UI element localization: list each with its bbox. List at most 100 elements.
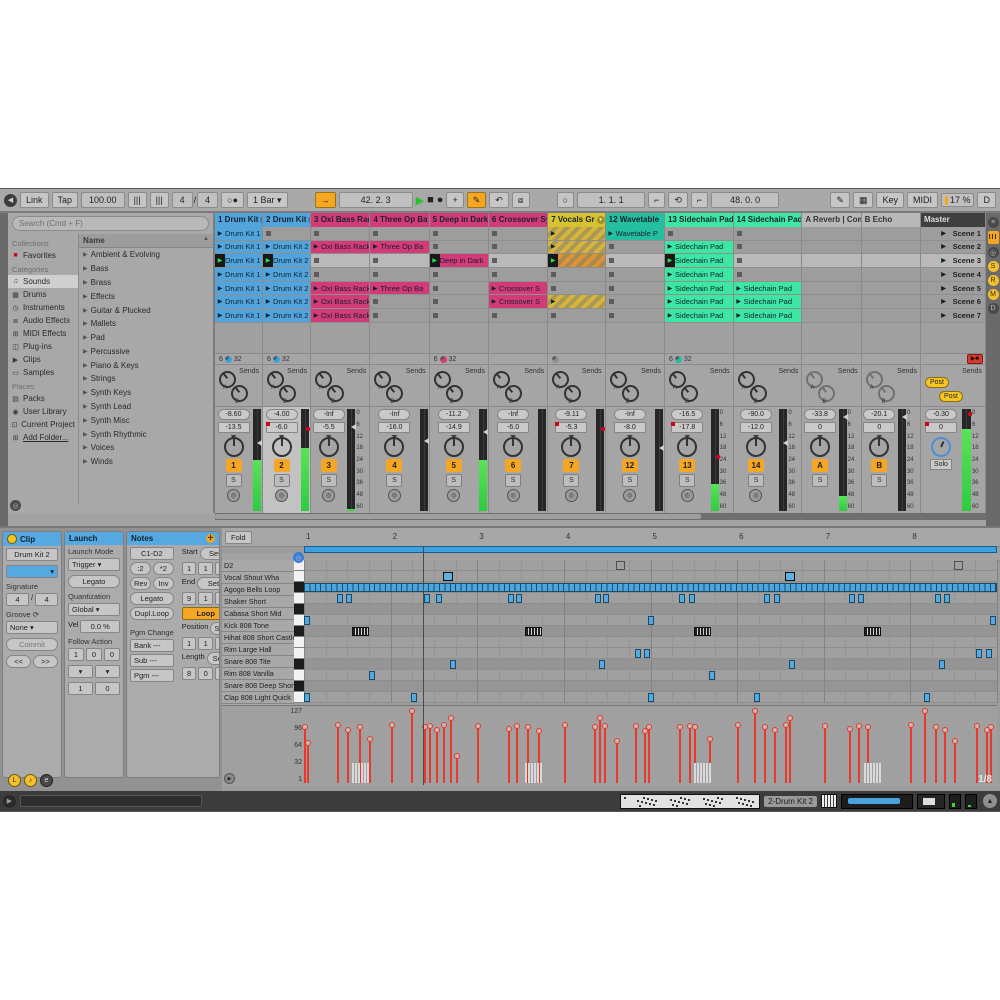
clip-slot[interactable]: ▶: [548, 254, 604, 268]
velocity-head[interactable]: [633, 723, 639, 729]
clip-stop-icon[interactable]: [433, 231, 438, 236]
velocity-stem[interactable]: [858, 728, 860, 783]
sidebar-item-drums[interactable]: ▦Drums: [8, 288, 78, 301]
pan-knob[interactable]: [384, 437, 404, 457]
pan-knob[interactable]: [561, 437, 581, 457]
velocity-stem-roll[interactable]: [703, 763, 705, 783]
piano-key[interactable]: [294, 604, 304, 615]
group-clip[interactable]: ▶: [548, 254, 604, 267]
expand-arrow-icon[interactable]: ▶: [83, 293, 88, 300]
clip-slot[interactable]: ▶Sidechain Pad: [665, 282, 733, 296]
send-a-knob[interactable]: [610, 371, 627, 388]
clip-stop-icon[interactable]: [433, 272, 438, 277]
velocity-stem[interactable]: [644, 733, 646, 783]
arm-button[interactable]: ◎: [507, 489, 520, 502]
clip-stop-icon[interactable]: [433, 313, 438, 318]
sidebar-item-add-folder-[interactable]: ⊞Add Folder...: [8, 431, 78, 444]
clip-slot[interactable]: ▶Drum Kit 2: [263, 268, 310, 282]
clip-slot[interactable]: ▶Oxi Bass Rack: [311, 295, 369, 309]
add-lane-icon[interactable]: ✛: [206, 534, 215, 543]
browser-folder-item[interactable]: ▶Effects: [79, 289, 213, 303]
velocity-stem[interactable]: [411, 713, 413, 783]
clip-slot[interactable]: [430, 268, 488, 282]
info-toggle-icon[interactable]: ◎: [10, 500, 21, 511]
clip-launch-icon[interactable]: ▶: [665, 312, 675, 319]
note-roll[interactable]: [525, 627, 542, 636]
velocity-stem-roll[interactable]: [864, 763, 866, 783]
velocity-head[interactable]: [305, 740, 311, 746]
sidebar-item-samples[interactable]: ▭Samples: [8, 366, 78, 379]
velocity-stem[interactable]: [754, 713, 756, 783]
session-clip[interactable]: ▶Drum Kit 1: [215, 227, 262, 240]
master-track-header[interactable]: Master: [921, 213, 985, 227]
scrollbar-handle[interactable]: [215, 514, 701, 519]
clip-slot[interactable]: ▶Wavetable P: [606, 227, 664, 241]
clip-stop-icon[interactable]: [492, 313, 497, 318]
browser-folder-item[interactable]: ▶Bass: [79, 262, 213, 276]
piano-key[interactable]: [294, 670, 304, 681]
session-clip[interactable]: ▶Drum Kit 2: [263, 254, 310, 267]
clip-slot[interactable]: ▶Drum Kit 1: [215, 268, 262, 282]
pan-knob[interactable]: [272, 437, 292, 457]
send-b-knob[interactable]: [386, 385, 403, 402]
signature-numerator[interactable]: 4: [172, 192, 193, 208]
clip-slot[interactable]: ▶Sidechain Pad: [665, 295, 733, 309]
velocity-fold-icon[interactable]: ▶: [224, 773, 235, 784]
midi-note[interactable]: [689, 594, 695, 603]
clip-stop-icon[interactable]: [492, 231, 497, 236]
end-value[interactable]: 1: [198, 592, 213, 605]
metronome-button[interactable]: ○●: [221, 192, 244, 208]
start-value[interactable]: 1: [182, 562, 197, 575]
clip-slot[interactable]: ▶Drum Kit 2: [263, 282, 310, 296]
track-header[interactable]: 13 Sidechain Pad: [665, 213, 733, 227]
velocity-stem-roll[interactable]: [700, 763, 702, 783]
velocity-stem-roll[interactable]: [528, 763, 530, 783]
program-field[interactable]: Pgm ---: [130, 669, 174, 682]
scene-slot[interactable]: ▶Scene 6: [921, 295, 985, 309]
drum-row-name[interactable]: Shaker Short: [222, 596, 294, 608]
velocity-head[interactable]: [525, 724, 531, 730]
velocity-stem[interactable]: [679, 729, 681, 783]
velocity-stem[interactable]: [616, 743, 618, 783]
drum-row-name[interactable]: Snare 808 Tite: [222, 656, 294, 668]
session-clip[interactable]: ▶Oxi Bass Rack: [311, 295, 369, 308]
session-clip[interactable]: ▶Crossover S: [489, 282, 547, 295]
loop-brace[interactable]: [304, 546, 997, 553]
velocity-head[interactable]: [454, 753, 460, 759]
sidebar-item-plug-ins[interactable]: ◫Plug-ins: [8, 340, 78, 353]
clip-launch-icon[interactable]: ▶: [311, 298, 321, 305]
launch-box-toggle[interactable]: L: [8, 774, 21, 787]
track-header[interactable]: 2 Drum Kit▾: [263, 213, 310, 227]
midi-note[interactable]: [436, 594, 442, 603]
volume-handle-marker[interactable]: [902, 414, 907, 420]
velocity-head[interactable]: [302, 724, 308, 730]
velocity-head[interactable]: [646, 724, 652, 730]
session-clip[interactable]: ▶Drum Kit 1: [215, 241, 262, 254]
clip-slot[interactable]: [430, 227, 488, 241]
clip-slot[interactable]: ▶Drum Kit 2: [263, 254, 310, 268]
velocity-head[interactable]: [506, 726, 512, 732]
midi-note[interactable]: [648, 693, 654, 702]
post-a-toggle[interactable]: Post: [925, 377, 949, 388]
clip-slot[interactable]: [862, 227, 920, 241]
clip-launch-icon[interactable]: ▶: [665, 271, 675, 278]
pan-knob[interactable]: [444, 437, 464, 457]
session-clip[interactable]: ▶Drum Kit 1: [215, 268, 262, 281]
velocity-head[interactable]: [514, 723, 520, 729]
clip-slot[interactable]: [734, 268, 802, 282]
status-play-icon[interactable]: ▶: [3, 795, 16, 808]
velocity-stem-roll[interactable]: [364, 763, 366, 783]
position-value[interactable]: 1: [215, 637, 220, 650]
clip-launch-icon[interactable]: ▶: [215, 230, 225, 237]
track-header[interactable]: A Reverb | Compre: [802, 213, 860, 227]
follow-button[interactable]: →: [315, 192, 336, 208]
clip-launch-icon[interactable]: ▶: [430, 254, 440, 267]
velocity-head[interactable]: [952, 738, 958, 744]
clip-overview[interactable]: [620, 794, 760, 809]
pan-knob[interactable]: [503, 437, 523, 457]
clip-stop-icon[interactable]: [492, 244, 497, 249]
clip-slot[interactable]: ▶Oxi Bass Rack: [311, 282, 369, 296]
solo-button[interactable]: S: [622, 474, 638, 487]
follow-action-time[interactable]: 0: [86, 648, 102, 661]
clip-slot[interactable]: [489, 241, 547, 255]
